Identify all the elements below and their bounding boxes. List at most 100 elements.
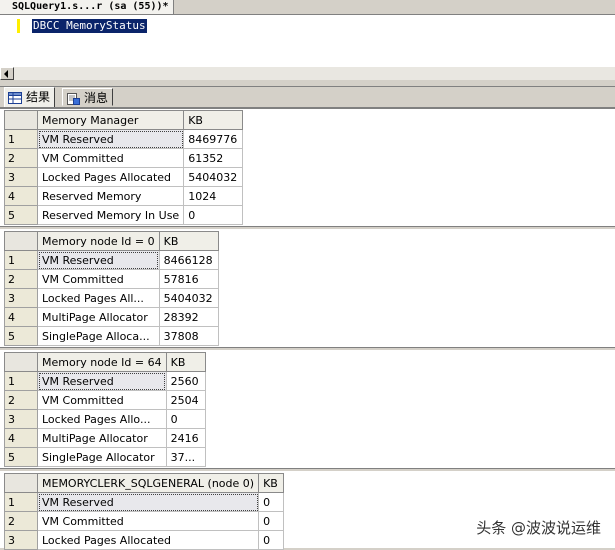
row-number[interactable]: 3: [4, 288, 38, 308]
tab-messages[interactable]: 消息: [62, 88, 114, 106]
grid-cell[interactable]: 8469776: [183, 129, 244, 149]
grid-cell[interactable]: 0: [183, 205, 244, 225]
row-number[interactable]: 5: [4, 326, 38, 346]
grid-cell[interactable]: 2504: [165, 390, 206, 410]
row-number[interactable]: 4: [4, 428, 38, 448]
column-header[interactable]: KB: [165, 352, 206, 372]
query-editor[interactable]: DBCC MemoryStatus: [0, 14, 615, 67]
grid-cell[interactable]: VM Reserved: [36, 129, 185, 149]
table-row[interactable]: 4 MultiPage Allocator 2416: [4, 428, 206, 448]
row-number[interactable]: 1: [4, 492, 38, 512]
table-row[interactable]: 5 SinglePage Allocator 37...: [4, 447, 206, 467]
grid-cell[interactable]: Reserved Memory In Use: [36, 205, 185, 225]
scroll-left-arrow-icon[interactable]: [0, 67, 14, 80]
grid-cell[interactable]: SinglePage Alloca...: [37, 326, 160, 346]
column-header[interactable]: Memory Manager: [36, 110, 185, 130]
grid-cell[interactable]: Reserved Memory: [36, 186, 185, 206]
table-row[interactable]: 2 VM Committed 61352: [4, 148, 244, 168]
result-grid-memory-node-0[interactable]: Memory node Id = 0 KB 1 VM Reserved 8466…: [4, 231, 219, 346]
grid-cell[interactable]: MultiPage Allocator: [37, 428, 167, 448]
grid-cell[interactable]: Locked Pages Allocated: [36, 167, 185, 187]
tab-results-label: 结果: [26, 90, 51, 104]
document-tab-strip: SQLQuery1.s...r (sa (55))*: [0, 0, 615, 15]
table-row[interactable]: 1 VM Reserved 2560: [4, 371, 206, 391]
row-number[interactable]: 2: [4, 148, 38, 168]
table-row[interactable]: 1 VM Reserved 8469776: [4, 129, 244, 149]
tab-messages-label: 消息: [84, 91, 109, 105]
row-number[interactable]: 5: [4, 205, 38, 225]
grid-cell[interactable]: Locked Pages Allo...: [37, 409, 167, 429]
grid-cell[interactable]: 37808: [158, 326, 219, 346]
grid-cell[interactable]: 0: [258, 492, 285, 512]
table-row[interactable]: 3 Locked Pages Allocated 5404032: [4, 167, 244, 187]
table-row[interactable]: 4 MultiPage Allocator 28392: [4, 307, 219, 327]
result-grid-memory-node-64[interactable]: Memory node Id = 64 KB 1 VM Reserved 256…: [4, 352, 206, 467]
column-header[interactable]: KB: [183, 110, 244, 130]
grid-cell[interactable]: 0: [258, 511, 285, 531]
table-row[interactable]: 5 Reserved Memory In Use 0: [4, 205, 244, 225]
grid-cell[interactable]: VM Reserved: [37, 250, 160, 270]
grid-corner[interactable]: [4, 352, 38, 372]
column-header[interactable]: Memory node Id = 64: [37, 352, 167, 372]
line-change-marker: [17, 19, 20, 33]
grid-cell[interactable]: SinglePage Allocator: [37, 447, 167, 467]
grid-cell[interactable]: VM Committed: [36, 511, 260, 531]
table-row[interactable]: 1 VM Reserved 0: [4, 492, 285, 512]
grid-cell[interactable]: 5404032: [183, 167, 244, 187]
grid-splitter[interactable]: [0, 347, 615, 351]
row-number[interactable]: 2: [4, 269, 38, 289]
grid-corner[interactable]: [4, 231, 38, 251]
row-number[interactable]: 3: [4, 409, 38, 429]
grid-cell[interactable]: 28392: [158, 307, 219, 327]
grid-icon: [8, 91, 22, 104]
row-number[interactable]: 2: [4, 511, 38, 531]
result-grid-memory-manager[interactable]: Memory Manager KB 1 VM Reserved 8469776 …: [4, 110, 244, 225]
table-row[interactable]: 2 VM Committed 2504: [4, 390, 206, 410]
row-number[interactable]: 4: [4, 307, 38, 327]
code-line-selected[interactable]: DBCC MemoryStatus: [32, 19, 147, 33]
row-number[interactable]: 1: [4, 371, 38, 391]
grid-cell[interactable]: 8466128: [158, 250, 219, 270]
column-header[interactable]: KB: [158, 231, 219, 251]
grid-cell[interactable]: VM Committed: [37, 269, 160, 289]
grid-cell[interactable]: Locked Pages All...: [37, 288, 160, 308]
editor-results-splitter[interactable]: [0, 80, 615, 87]
column-header[interactable]: KB: [258, 473, 285, 493]
grid-cell[interactable]: 57816: [158, 269, 219, 289]
grid-corner[interactable]: [4, 110, 38, 130]
tab-results[interactable]: 结果: [4, 87, 56, 107]
row-number[interactable]: 5: [4, 447, 38, 467]
grid-cell[interactable]: VM Committed: [36, 148, 185, 168]
grid-cell[interactable]: VM Reserved: [36, 492, 260, 512]
grid-cell[interactable]: VM Committed: [37, 390, 167, 410]
table-row[interactable]: 5 SinglePage Alloca... 37808: [4, 326, 219, 346]
table-row[interactable]: 2 VM Committed 0: [4, 511, 285, 531]
document-tab[interactable]: SQLQuery1.s...r (sa (55))*: [0, 0, 174, 15]
row-number[interactable]: 4: [4, 186, 38, 206]
grid-splitter[interactable]: [0, 226, 615, 230]
row-number[interactable]: 1: [4, 250, 38, 270]
grid-corner[interactable]: [4, 473, 38, 493]
grid-cell[interactable]: 61352: [183, 148, 244, 168]
table-row[interactable]: 4 Reserved Memory 1024: [4, 186, 244, 206]
column-header[interactable]: MEMORYCLERK_SQLGENERAL (node 0): [36, 473, 260, 493]
column-header[interactable]: Memory node Id = 0: [37, 231, 160, 251]
row-number[interactable]: 2: [4, 390, 38, 410]
grid-cell[interactable]: 0: [165, 409, 206, 429]
editor-horizontal-scrollbar[interactable]: [0, 66, 615, 81]
grid-cell[interactable]: 1024: [183, 186, 244, 206]
grid-cell[interactable]: 5404032: [158, 288, 219, 308]
grid-cell[interactable]: 37...: [165, 447, 206, 467]
table-row[interactable]: 1 VM Reserved 8466128: [4, 250, 219, 270]
grid-cell[interactable]: MultiPage Allocator: [37, 307, 160, 327]
table-row[interactable]: 2 VM Committed 57816: [4, 269, 219, 289]
grid-splitter[interactable]: [0, 468, 615, 472]
grid-cell[interactable]: 2416: [165, 428, 206, 448]
row-number[interactable]: 3: [4, 167, 38, 187]
table-row[interactable]: 3 Locked Pages Allo... 0: [4, 409, 206, 429]
row-number[interactable]: 1: [4, 129, 38, 149]
table-row[interactable]: 3 Locked Pages All... 5404032: [4, 288, 219, 308]
grid-cell[interactable]: 2560: [165, 371, 206, 391]
result-grid-memoryclerk-sqlgeneral[interactable]: MEMORYCLERK_SQLGENERAL (node 0) KB 1 VM …: [4, 473, 285, 550]
grid-cell[interactable]: VM Reserved: [37, 371, 167, 391]
